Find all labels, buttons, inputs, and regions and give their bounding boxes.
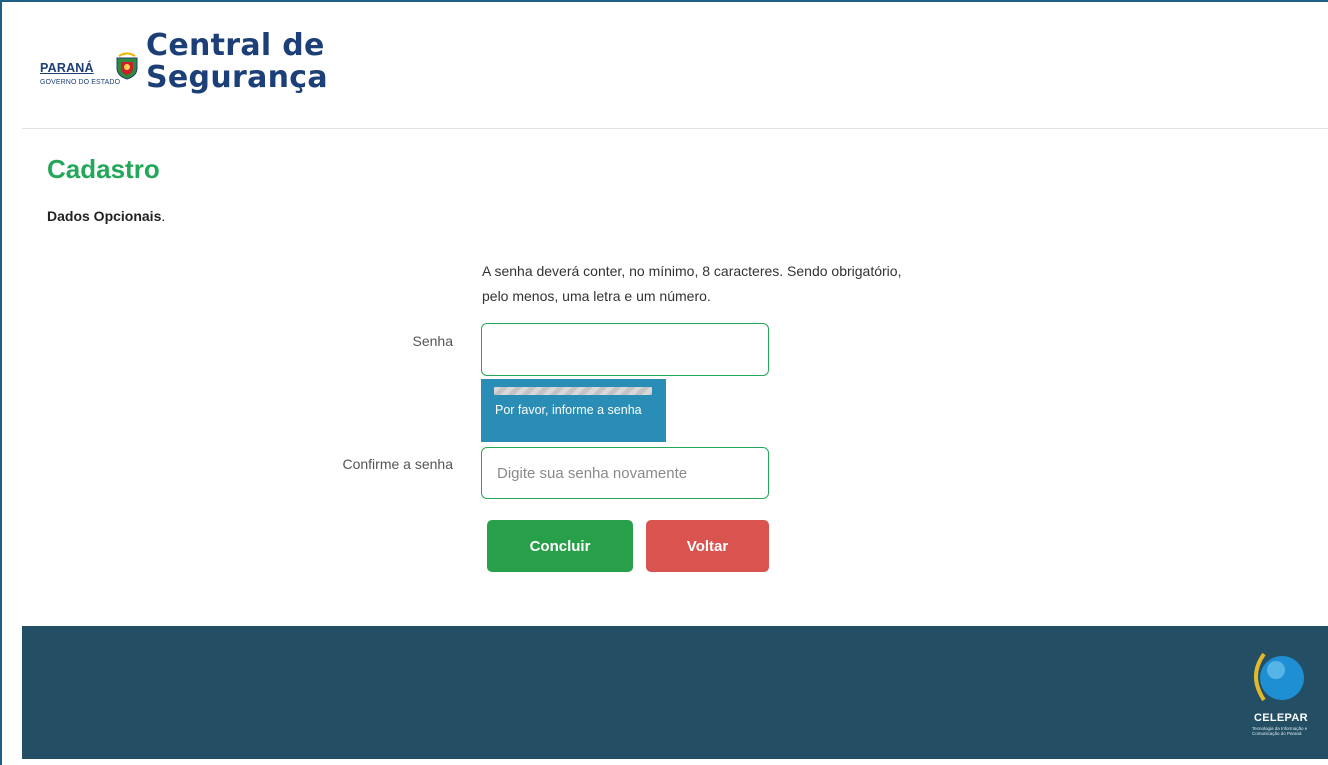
window-border-left — [0, 0, 2, 765]
celepar-globe-icon — [1254, 652, 1304, 702]
section-subtitle: Dados Opcionais. — [47, 208, 165, 224]
app-title-line1: Central de — [146, 28, 325, 63]
password-requirements-hint: A senha deverá conter, no mínimo, 8 cara… — [482, 263, 902, 304]
celepar-name: CELEPAR — [1254, 712, 1308, 724]
password-strength-message: Por favor, informe a senha — [495, 403, 642, 417]
page-footer: CELEPAR Tecnologia da Informação e Comun… — [22, 626, 1328, 759]
state-subtitle: GOVERNO DO ESTADO — [40, 79, 121, 86]
confirm-password-label: Confirme a senha — [342, 456, 453, 472]
page-title: Cadastro — [47, 154, 160, 184]
state-name: PARANÁ — [40, 61, 94, 75]
app-title: Central de Segurança — [146, 30, 328, 94]
password-strength-tooltip: Por favor, informe a senha — [481, 379, 666, 442]
parana-logo[interactable]: PARANÁ GOVERNO DO ESTADO — [40, 24, 138, 94]
section-subtitle-text: Dados Opcionais — [47, 208, 162, 224]
coat-of-arms-icon — [116, 52, 138, 80]
app-title-line2: Segurança — [146, 60, 328, 95]
celepar-subtitle: Tecnologia da Informação e Comunicação d… — [1252, 726, 1308, 736]
celepar-logo[interactable]: CELEPAR Tecnologia da Informação e Comun… — [1250, 648, 1310, 743]
confirm-password-input[interactable] — [481, 447, 769, 499]
password-strength-bar — [494, 387, 652, 395]
password-input[interactable] — [481, 323, 769, 376]
page-header: PARANÁ GOVERNO DO ESTADO Central de Segu… — [22, 2, 1328, 129]
submit-button[interactable]: Concluir — [487, 520, 633, 572]
back-button[interactable]: Voltar — [646, 520, 769, 572]
section-subtitle-suffix: . — [161, 208, 166, 224]
password-label: Senha — [412, 333, 453, 349]
